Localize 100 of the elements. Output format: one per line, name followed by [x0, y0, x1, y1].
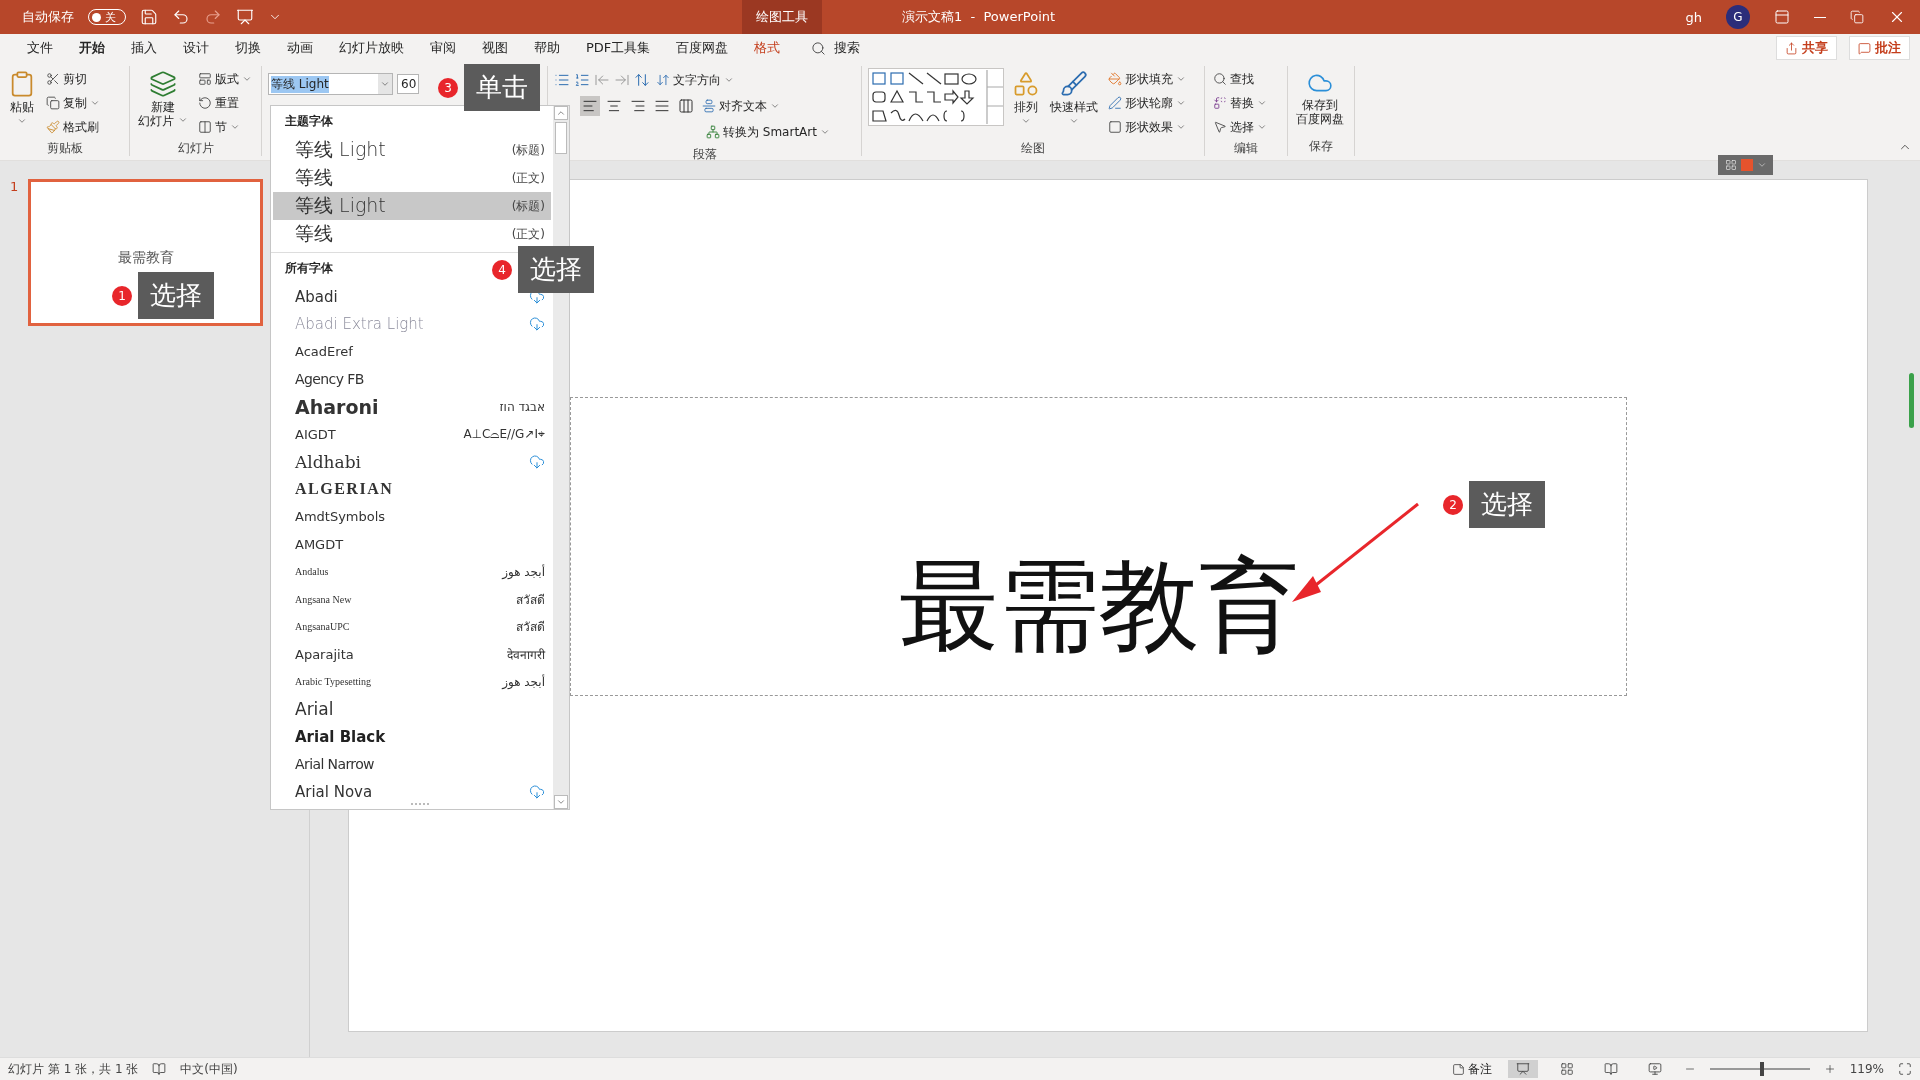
font-name: AcadEref — [295, 344, 353, 360]
zoom-level[interactable]: 119% — [1849, 1062, 1884, 1076]
ribbon-tab[interactable]: 设计 — [170, 34, 222, 62]
font-name: Agency FB — [295, 371, 364, 388]
smartart-button[interactable]: 转换为 SmartArt — [704, 121, 832, 143]
font-name: AmdtSymbols — [295, 509, 386, 525]
language-label[interactable]: 中文(中国) — [180, 1060, 238, 1078]
callout-tooltip: 单击 — [464, 64, 540, 111]
font-sample: สวัสดี — [516, 619, 545, 637]
ribbon-tab[interactable]: 格式 — [741, 34, 794, 62]
font-name-field[interactable]: 等线 Light — [268, 73, 394, 95]
font-name: Aharoni — [295, 395, 379, 418]
slide-info: 幻灯片 第 1 张，共 1 张 — [8, 1060, 139, 1078]
font-sample: देवनागरी — [507, 646, 545, 663]
font-name: Arial Nova — [295, 782, 373, 801]
copy-button[interactable]: 复制 — [44, 92, 102, 114]
font-menu-item[interactable]: 等线 (正文) — [273, 164, 551, 192]
share-button[interactable]: 共享 — [1776, 36, 1837, 60]
font-menu-item[interactable]: Abadi Extra Light — [273, 310, 551, 338]
ribbon-tab[interactable]: 审阅 — [417, 34, 469, 62]
font-name: Abadi — [295, 287, 338, 306]
ribbon-tab[interactable]: 帮助 — [521, 34, 573, 62]
font-menu-item[interactable]: Angsana New สวัสดี — [273, 585, 551, 613]
font-menu-item[interactable]: AMGDT — [273, 530, 551, 558]
shape-effects-button[interactable]: 形状效果 — [1106, 116, 1188, 138]
font-menu-item[interactable]: Aldhabi — [273, 448, 551, 476]
font-menu-item[interactable]: 等线 (正文) — [273, 220, 551, 248]
font-sample: أبجد هوز — [502, 674, 545, 689]
paste-button[interactable]: 粘贴 — [6, 68, 38, 128]
font-name: Arabic Typesetting — [295, 676, 372, 688]
ribbon-tab[interactable]: 视图 — [469, 34, 521, 62]
font-name: Andalus — [295, 566, 329, 578]
font-name: ALGERIAN — [295, 480, 394, 499]
group-label: 编辑 — [1234, 140, 1258, 157]
comments-button[interactable]: 批注 — [1849, 36, 1910, 60]
text-direction-button[interactable]: 文字方向 — [654, 69, 736, 91]
notes-button[interactable]: 备注 — [1449, 1058, 1494, 1080]
font-menu-item[interactable]: 等线 Light (标题) — [273, 136, 551, 164]
font-name: Arial Black — [295, 727, 386, 746]
callout-tooltip: 选择 — [1469, 481, 1545, 528]
callout-tooltip: 选择 — [518, 246, 594, 293]
menu-section-heading: 所有字体 — [284, 260, 334, 277]
format-painter-button[interactable]: 格式刷 — [44, 116, 102, 138]
save-to-cloud-button[interactable]: 保存到 百度网盘 — [1294, 68, 1346, 128]
font-menu-item[interactable]: AngsanaUPC สวัสดี — [273, 613, 551, 641]
shape-outline-button[interactable]: 形状轮廓 — [1106, 92, 1188, 114]
find-button[interactable]: 查找 — [1211, 68, 1269, 90]
font-role-tag: (标题) — [511, 197, 545, 215]
font-menu-item[interactable]: Arial Nova — [273, 778, 551, 806]
font-menu-item[interactable]: AIGDT A⊥C⌓E//G↗I⌖ — [273, 420, 551, 448]
font-menu-item[interactable]: 等线 Light (标题) — [273, 192, 551, 220]
font-menu-item[interactable]: Arial — [273, 695, 551, 723]
ribbon-tab[interactable]: 切换 — [222, 34, 274, 62]
ribbon-tab[interactable]: 幻灯片放映 — [326, 34, 417, 62]
layout-button[interactable]: 版式 — [195, 68, 254, 90]
quick-styles-button[interactable]: 快速样式 — [1048, 68, 1100, 128]
slide-title: 最需教育 — [898, 546, 1299, 666]
group-label: 幻灯片 — [177, 140, 214, 157]
font-name: AMGDT — [295, 536, 344, 552]
font-menu-item[interactable]: Arial Narrow — [273, 750, 551, 778]
callout-tooltip: 选择 — [138, 272, 214, 319]
font-menu-item[interactable]: ALGERIAN — [273, 475, 551, 503]
user-avatar[interactable]: G — [1726, 5, 1750, 29]
font-menu-item[interactable]: AcadEref — [273, 338, 551, 366]
slide-number: 1 — [10, 179, 19, 196]
ribbon-tab[interactable]: 文件 — [14, 34, 66, 62]
select-button[interactable]: 选择 — [1211, 116, 1269, 138]
section-button[interactable]: 节 — [195, 116, 254, 138]
autosave-label: 自动保存 — [22, 8, 74, 26]
ribbon-tab[interactable]: 动画 — [274, 34, 326, 62]
font-menu-item[interactable]: Aparajita देवनागरी — [273, 640, 551, 668]
ribbon-tab[interactable]: PDF工具集 — [573, 34, 664, 62]
arrange-button[interactable]: 排列 — [1010, 68, 1042, 128]
font-menu-item[interactable]: AmdtSymbols — [273, 503, 551, 531]
font-name: 等线 Light — [295, 137, 386, 162]
cut-button[interactable]: 剪切 — [44, 68, 102, 90]
reset-button[interactable]: 重置 — [195, 92, 254, 114]
new-slide-button[interactable]: 新建 幻灯片 — [136, 68, 190, 130]
font-role-tag: (正文) — [511, 225, 545, 243]
ribbon-tab[interactable]: 插入 — [118, 34, 170, 62]
shape-fill-button[interactable]: 形状填充 — [1106, 68, 1188, 90]
font-name: 等线 — [295, 165, 333, 190]
font-name: Aparajita — [295, 646, 354, 662]
align-text-button[interactable]: 对齐文本 — [700, 95, 782, 117]
ribbon-tab[interactable]: 百度网盘 — [663, 34, 742, 62]
font-name: 等线 Light — [295, 193, 386, 218]
font-name: AIGDT — [295, 426, 336, 442]
ribbon-tab[interactable]: 开始 — [66, 34, 118, 62]
window-title: 演示文稿1 - PowerPoint — [902, 8, 1056, 26]
font-size-field[interactable]: 60 — [397, 74, 419, 94]
font-menu-item[interactable]: Agency FB — [273, 365, 551, 393]
search-field[interactable]: 搜索 — [834, 39, 861, 57]
font-role-tag: (标题) — [511, 141, 545, 159]
font-menu-item[interactable]: Arial Black — [273, 723, 551, 751]
group-label: 剪贴板 — [46, 140, 83, 157]
font-name: 等线 — [295, 221, 333, 246]
font-sample: أبجد هوز — [502, 564, 545, 579]
font-name: Angsana New — [295, 593, 352, 605]
font-name: Abadi Extra Light — [295, 315, 424, 334]
replace-button[interactable]: 替换 — [1211, 92, 1269, 114]
